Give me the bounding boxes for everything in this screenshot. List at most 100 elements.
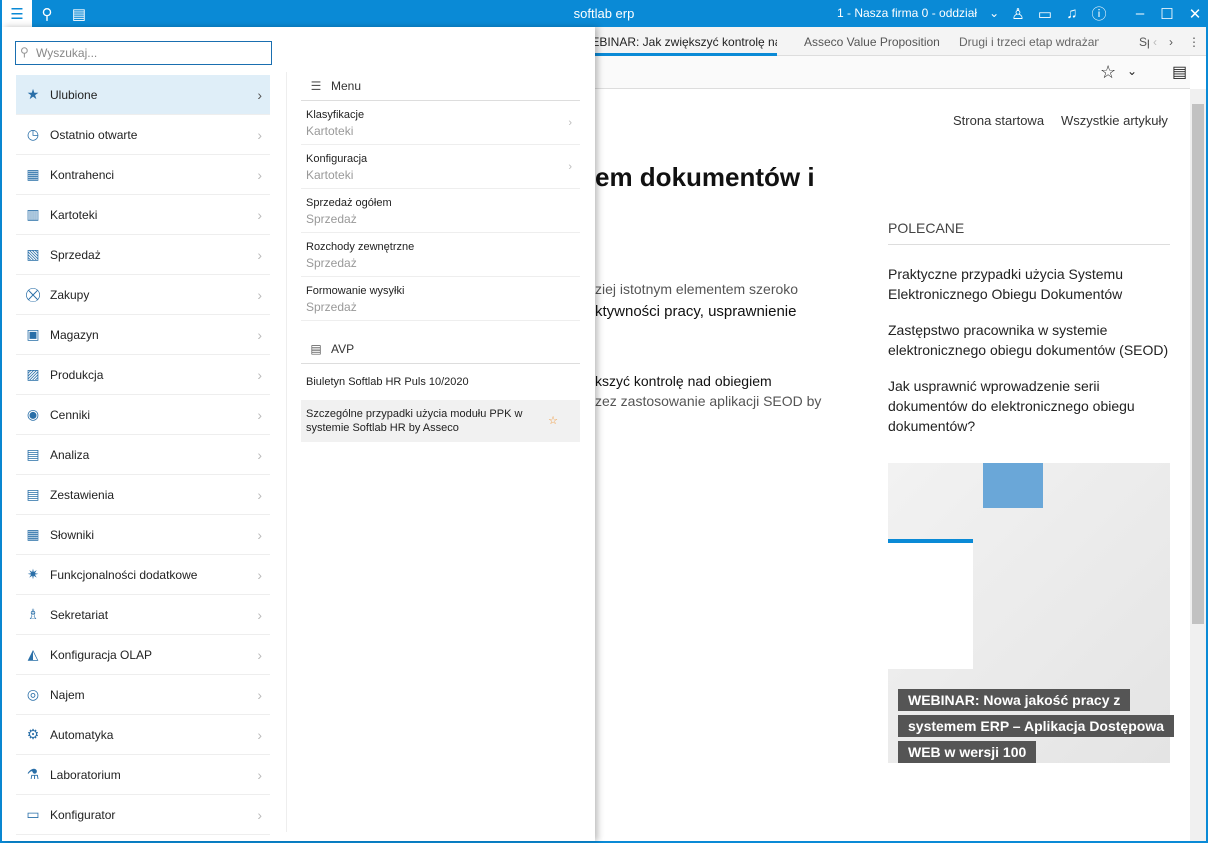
nav-item-label: Analiza bbox=[50, 447, 90, 462]
nav-item[interactable]: ▤ Zestawienia › bbox=[16, 475, 270, 515]
nav-item[interactable]: ▣ Magazyn › bbox=[16, 315, 270, 355]
module-icon: ▭ bbox=[26, 806, 40, 822]
chevron-right-icon: › bbox=[257, 366, 262, 383]
module-icon: ▤ bbox=[26, 486, 40, 502]
module-icon: ◭ bbox=[27, 646, 39, 662]
chevron-right-icon: › bbox=[257, 126, 262, 143]
chevron-right-icon: › bbox=[257, 166, 262, 183]
bell-icon[interactable]: ♫ bbox=[1057, 0, 1087, 27]
link-all-articles[interactable]: Wszystkie artykuły bbox=[1061, 113, 1168, 128]
nav-item[interactable]: ▭ Konfigurator › bbox=[16, 795, 270, 835]
maximize-button[interactable]: ☐ bbox=[1152, 0, 1182, 27]
nav-item[interactable]: ◷ Ostatnio otwarte › bbox=[16, 115, 270, 155]
recommended-link[interactable]: Jak usprawnić wprowadzenie serii dokumen… bbox=[888, 376, 1173, 436]
search-input[interactable]: ⚲ Wyszukaj... bbox=[15, 41, 272, 65]
chevron-right-icon: › bbox=[257, 406, 262, 423]
menu-item-category: Sprzedaż bbox=[306, 299, 357, 314]
nav-item[interactable]: ▨ Produkcja › bbox=[16, 355, 270, 395]
tab-sp[interactable]: Sp bbox=[1139, 35, 1149, 49]
chevron-right-icon: › bbox=[257, 486, 262, 503]
article-content: Strona startowa Wszystkie artykuły em do… bbox=[595, 89, 1190, 841]
webinar-image[interactable]: WEBINAR: Nowa jakość pracy z systemem ER… bbox=[888, 463, 1174, 763]
nav-item[interactable]: ◭ Konfiguracja OLAP › bbox=[16, 635, 270, 675]
chevron-right-icon: › bbox=[257, 526, 262, 543]
article-heading: em dokumentów i bbox=[595, 162, 815, 192]
module-icon: ♗ bbox=[26, 606, 40, 622]
nav-item-label: Sprzedaż bbox=[50, 247, 101, 262]
nav-item[interactable]: ⚗ Laboratorium › bbox=[16, 755, 270, 795]
menu-item[interactable]: Formowanie wysyłki Sprzedaż bbox=[301, 277, 580, 321]
avp-item[interactable]: Szczególne przypadki użycia modułu PPK w… bbox=[301, 400, 580, 442]
nav-item-label: Ostatnio otwarte bbox=[50, 127, 138, 142]
tabs-prev-icon[interactable]: ‹ bbox=[1153, 35, 1157, 49]
menu-header: ☰ Menu bbox=[301, 72, 580, 101]
nav-item-label: Kartoteki bbox=[50, 207, 98, 222]
module-icon: ⚗ bbox=[26, 766, 40, 782]
nav-item-label: Funkcjonalności dodatkowe bbox=[50, 567, 198, 582]
avp-header: ▤ AVP bbox=[301, 335, 580, 364]
nav-item[interactable]: ♗ Sekretariat › bbox=[16, 595, 270, 635]
company-select[interactable]: 1 - Nasza firma 0 - oddział ⌄ bbox=[837, 6, 999, 20]
chevron-right-icon: › bbox=[257, 206, 262, 223]
submenu: ☰ Menu Klasyfikacje Kartoteki › Konfiguracja… bbox=[301, 72, 580, 442]
module-icon: ▣ bbox=[26, 326, 40, 342]
nav-item-label: Sekretariat bbox=[50, 607, 109, 622]
chevron-down-icon[interactable]: ⌄ bbox=[1127, 64, 1137, 78]
menu-item-title: Sprzedaż ogółem bbox=[306, 196, 392, 209]
chevron-right-icon: › bbox=[257, 606, 262, 623]
close-button[interactable]: ✕ bbox=[1180, 0, 1208, 27]
menu-item[interactable]: Sprzedaż ogółem Sprzedaż bbox=[301, 189, 580, 233]
more-icon[interactable]: ⋮ bbox=[1188, 35, 1200, 49]
star-icon[interactable]: ☆ bbox=[548, 414, 558, 428]
nav-item[interactable]: ▦ Kontrahenci › bbox=[16, 155, 270, 195]
nav-item-label: Zestawienia bbox=[50, 487, 115, 502]
toolbar: ☆ ⌄ ▤ bbox=[580, 56, 1190, 89]
nav-item[interactable]: ⛒ Zakupy › bbox=[16, 275, 270, 315]
tabs-next-icon[interactable]: › bbox=[1169, 35, 1173, 49]
nav-item[interactable]: ✷ Funkcjonalności dodatkowe › bbox=[16, 555, 270, 595]
nav-item[interactable]: ◎ Najem › bbox=[16, 675, 270, 715]
nav-item[interactable]: ▥ Kartoteki › bbox=[16, 195, 270, 235]
user-icon[interactable]: ♙ bbox=[1003, 0, 1033, 27]
chevron-right-icon: › bbox=[257, 326, 262, 343]
recommended-link[interactable]: Praktyczne przypadki użycia Systemu Elek… bbox=[888, 264, 1173, 304]
module-icon: ✷ bbox=[27, 566, 39, 582]
nav-item-label: Cenniki bbox=[50, 407, 91, 422]
help-icon[interactable]: ⓘ bbox=[1084, 0, 1114, 27]
nav-item[interactable]: ▦ Słowniki › bbox=[16, 515, 270, 555]
nav-item[interactable]: ⚙ Automatyka › bbox=[16, 715, 270, 755]
module-icon: ▦ bbox=[26, 166, 40, 182]
module-icon: ◉ bbox=[26, 406, 40, 422]
article-text: zez zastosowanie aplikacji SEOD by bbox=[595, 393, 822, 409]
scrollbar-thumb[interactable] bbox=[1192, 104, 1204, 624]
scrollbar[interactable] bbox=[1190, 89, 1206, 841]
menu-item[interactable]: Konfiguracja Kartoteki › bbox=[301, 145, 580, 189]
tab-drugi-etap[interactable]: Drugi i trzeci etap wdrażania PI bbox=[959, 35, 1099, 49]
title-bar: ☰ ⚲ ▤ softlab erp 1 - Nasza firma 0 - od… bbox=[0, 0, 1208, 27]
avp-item-label: Biuletyn Softlab HR Puls 10/2020 bbox=[306, 376, 469, 388]
menu-item[interactable]: Klasyfikacje Kartoteki › bbox=[301, 101, 580, 145]
menu-item-title: Rozchody zewnętrzne bbox=[306, 240, 415, 253]
menu-item[interactable]: Rozchody zewnętrzne Sprzedaż bbox=[301, 233, 580, 277]
recommended-link[interactable]: Zastępstwo pracownika w systemie elektro… bbox=[888, 320, 1173, 360]
tab-asseco-value[interactable]: Asseco Value Proposition bbox=[804, 35, 940, 49]
nav-item[interactable]: ▧ Sprzedaż › bbox=[16, 235, 270, 275]
nav-item[interactable]: ★ Ulubione › bbox=[16, 75, 270, 115]
minimize-button[interactable]: – bbox=[1125, 0, 1155, 27]
view-settings-icon[interactable]: ▤ bbox=[1172, 62, 1187, 82]
tab-webinar[interactable]: WEBINAR: Jak zwiększyć kontrolę nad bbox=[580, 35, 777, 56]
screenshot-thumbnail bbox=[888, 539, 973, 669]
link-start-page[interactable]: Strona startowa bbox=[953, 113, 1044, 128]
chevron-right-icon: › bbox=[257, 726, 262, 743]
messages-icon[interactable]: ▭ bbox=[1030, 0, 1060, 27]
decorative-cube bbox=[983, 463, 1043, 508]
nav-item[interactable]: ▤ Analiza › bbox=[16, 435, 270, 475]
nav-item-label: Konfiguracja OLAP bbox=[50, 647, 153, 662]
menu-item-title: Konfiguracja bbox=[306, 152, 368, 165]
avp-item[interactable]: Biuletyn Softlab HR Puls 10/2020 bbox=[301, 364, 580, 400]
nav-item[interactable]: ◉ Cenniki › bbox=[16, 395, 270, 435]
divider bbox=[286, 72, 287, 832]
chevron-right-icon: › bbox=[257, 686, 262, 703]
module-icon: ◷ bbox=[26, 126, 40, 142]
favorite-star-icon[interactable]: ☆ bbox=[1100, 62, 1116, 83]
